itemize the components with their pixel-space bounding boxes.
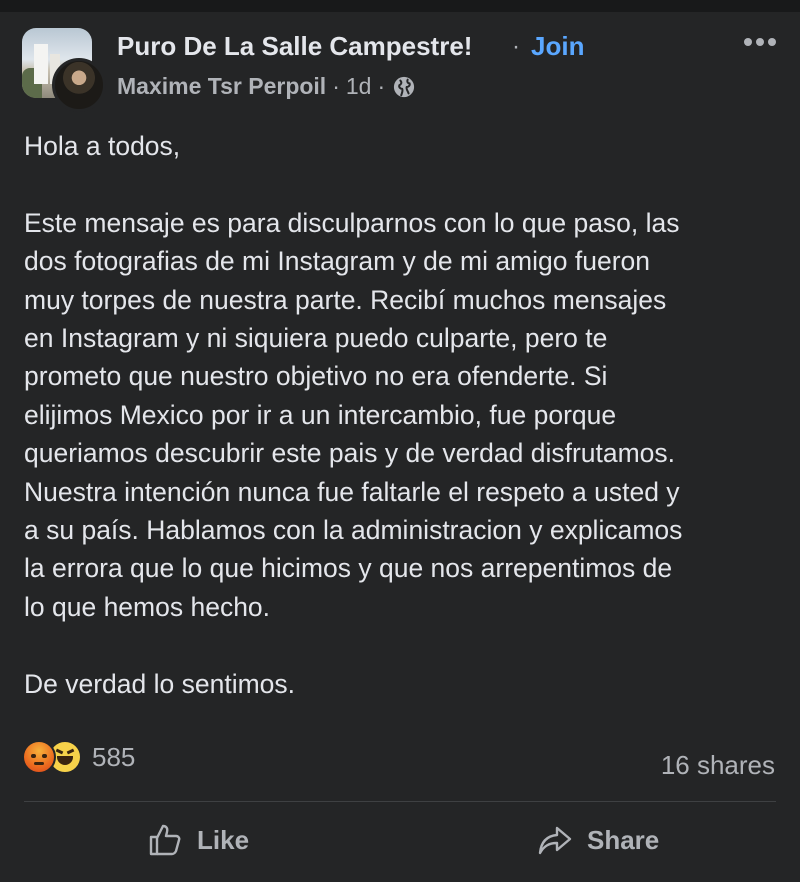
more-options-icon[interactable] xyxy=(744,38,780,48)
post-text-line: queriamos descubrir este pais y de verda… xyxy=(24,438,676,469)
post-avatar[interactable] xyxy=(22,28,106,112)
reactions-summary[interactable]: 585 xyxy=(22,740,135,774)
globe-icon xyxy=(394,76,415,97)
meta-separator: · xyxy=(332,73,340,99)
post-text-line: prometo que nuestro objetivo no era ofen… xyxy=(24,361,608,392)
angry-mouth xyxy=(34,762,44,765)
like-label: Like xyxy=(197,824,250,855)
group-avatar-building xyxy=(34,44,48,84)
haha-mouth xyxy=(57,756,73,765)
haha-eye-left xyxy=(55,748,64,755)
post-meta: Maxime Tsr Perpoil · 1d · xyxy=(117,73,415,100)
post-text-line: lo que hemos hecho. xyxy=(24,591,271,622)
post-text-line: muy torpes de nuestra parte. Recibí much… xyxy=(24,284,667,315)
group-name-link[interactable]: Puro De La Salle Campestre! xyxy=(117,31,472,62)
share-button[interactable]: Share xyxy=(537,822,659,858)
angry-eye-right xyxy=(42,754,47,758)
post-text-line: en Instagram y ni siquiera puedo culpart… xyxy=(24,323,608,354)
like-button[interactable]: Like xyxy=(147,822,249,858)
post-text-line: Nuestra intención nunca fue faltarle el … xyxy=(24,476,680,507)
title-separator: · xyxy=(512,33,520,60)
post-body: Hola a todos, Este mensaje es para discu… xyxy=(24,127,784,703)
meta-separator: · xyxy=(377,73,386,99)
top-strip xyxy=(0,0,800,12)
post-timestamp[interactable]: 1d xyxy=(346,73,372,100)
post-text-line: Hola a todos, xyxy=(24,131,181,161)
shares-count[interactable]: 16 shares xyxy=(661,750,775,781)
angry-icon xyxy=(22,740,56,774)
post-text-line: la errora que lo que hicimos y que nos a… xyxy=(24,553,673,584)
thumbs-up-icon xyxy=(149,824,181,856)
post-text-line: elijimos Mexico por ir a un intercambio,… xyxy=(24,399,617,430)
divider xyxy=(24,801,776,802)
author-name-link[interactable]: Maxime Tsr Perpoil xyxy=(117,73,326,100)
more-dot xyxy=(768,38,776,46)
haha-eye-right xyxy=(66,748,75,755)
post-text-line: Este mensaje es para disculparnos con lo… xyxy=(24,207,680,238)
share-label: Share xyxy=(587,824,660,855)
more-dot xyxy=(756,38,764,46)
angry-eye-left xyxy=(31,754,36,758)
post-text-line: De verdad lo sentimos. xyxy=(24,668,296,699)
more-dot xyxy=(744,38,752,46)
post-text-line: dos fotografias de mi Instagram y de mi … xyxy=(24,246,650,277)
reaction-count[interactable]: 585 xyxy=(92,742,135,773)
author-avatar[interactable] xyxy=(52,58,106,112)
post-text-line: a su país. Hablamos con la administracio… xyxy=(24,515,683,546)
join-button[interactable]: Join xyxy=(531,31,584,62)
share-arrow-icon xyxy=(538,826,572,855)
